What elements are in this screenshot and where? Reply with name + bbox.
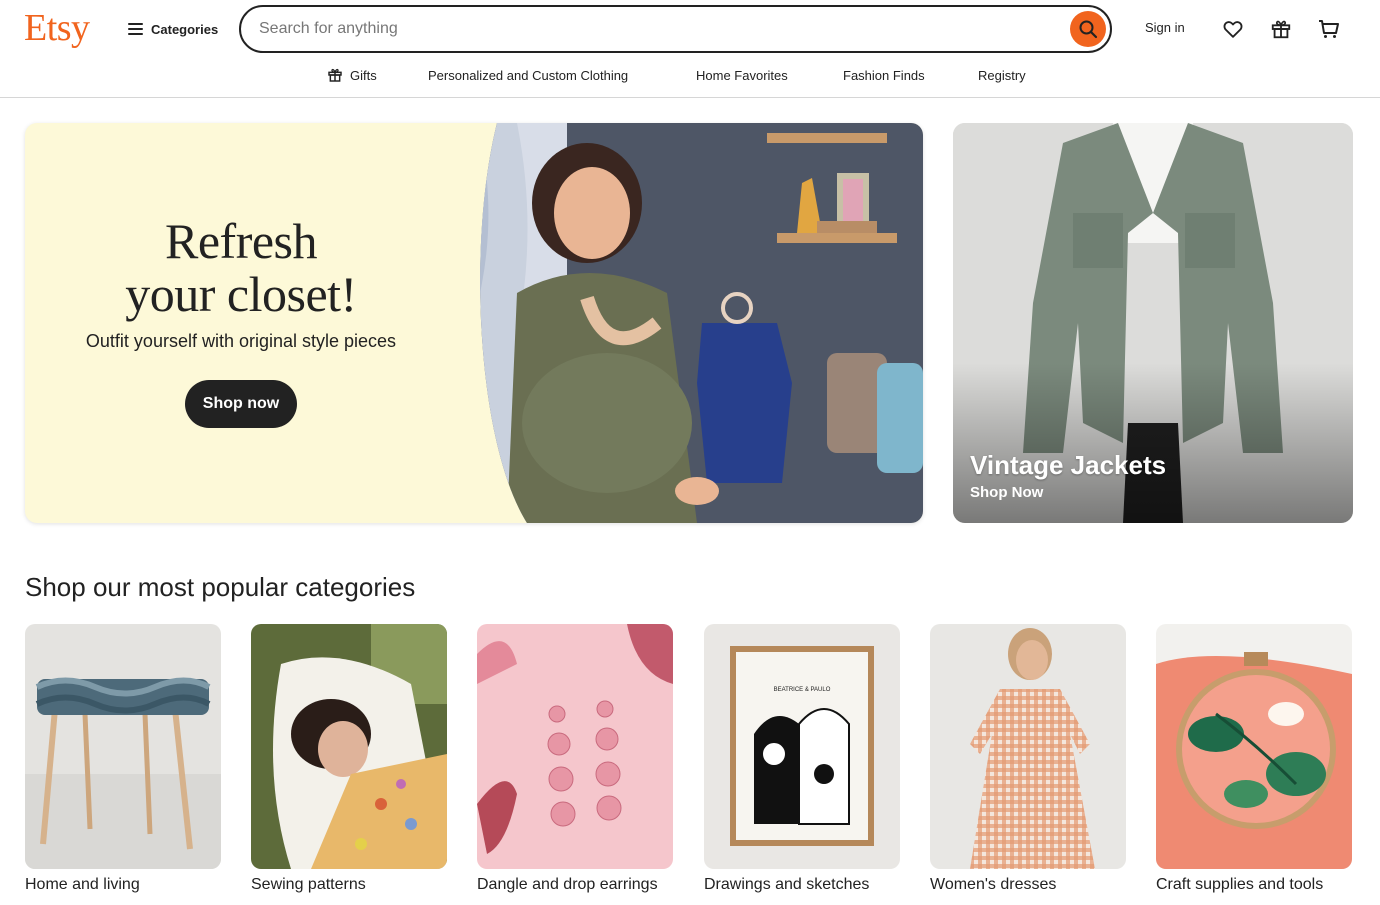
sewing-image <box>251 624 447 869</box>
category-image <box>1156 624 1352 869</box>
search-input[interactable] <box>241 7 1070 51</box>
category-label: Sewing patterns <box>251 876 366 893</box>
category-nav: Gifts Personalized and Custom Clothing H… <box>0 60 1380 90</box>
category-label: Craft supplies and tools <box>1156 876 1324 893</box>
drawing-image: BEATRICE & PAULO <box>704 624 900 869</box>
nav-item-label: Fashion Finds <box>843 67 925 83</box>
popular-categories-title: Shop our most popular categories <box>25 572 416 602</box>
menu-icon <box>128 23 143 35</box>
etsy-logo[interactable]: Etsy <box>24 6 90 50</box>
category-card-drawings[interactable]: BEATRICE & PAULO Drawings and sketches <box>704 624 900 894</box>
sign-in-link[interactable]: Sign in <box>1133 16 1197 42</box>
category-label: Dangle and drop earrings <box>477 876 658 893</box>
embroidery-image <box>1156 624 1352 869</box>
category-card-craft-supplies[interactable]: Craft supplies and tools <box>1156 624 1352 894</box>
hero-text-panel: Refresh your closet! Outfit yourself wit… <box>25 123 457 523</box>
stool-image <box>25 624 221 869</box>
nav-item-home-favorites[interactable]: Home Favorites <box>696 64 788 86</box>
hero-banner: Refresh your closet! Outfit yourself wit… <box>25 123 923 523</box>
category-image <box>251 624 447 869</box>
nav-item-label: Gifts <box>350 67 377 83</box>
categories-button[interactable]: Categories <box>122 14 224 44</box>
heart-icon <box>1223 21 1243 38</box>
cart-button[interactable] <box>1313 13 1345 45</box>
nav-item-fashion-finds[interactable]: Fashion Finds <box>843 64 925 86</box>
nav-item-label: Personalized and Custom Clothing <box>428 67 629 83</box>
site-header: Etsy Categories Sign in <box>0 0 1380 98</box>
gift-icon <box>328 68 342 82</box>
hero-title-line: your closet! <box>125 266 357 322</box>
category-image <box>930 624 1126 869</box>
favorites-button[interactable] <box>1217 13 1249 45</box>
category-card-home-living[interactable]: Home and living <box>25 624 221 894</box>
nav-item-label: Registry <box>978 67 1026 83</box>
category-card-earrings[interactable]: Dangle and drop earrings <box>477 624 673 894</box>
nav-item-registry[interactable]: Registry <box>978 64 1026 86</box>
category-label: Home and living <box>25 876 140 893</box>
category-card-sewing-patterns[interactable]: Sewing patterns <box>251 624 447 894</box>
search-icon <box>1079 20 1098 39</box>
vintage-jackets-promo[interactable]: Vintage Jackets Shop Now <box>953 123 1353 523</box>
search-button[interactable] <box>1070 11 1106 47</box>
search-bar <box>239 5 1112 53</box>
category-card-dresses[interactable]: Women's dresses <box>930 624 1126 894</box>
print-caption: BEATRICE & PAULO <box>774 687 831 693</box>
hero-title-line: Refresh <box>165 213 318 269</box>
nav-item-personalized-clothing[interactable]: Personalized and Custom Clothing <box>428 64 628 86</box>
nav-item-label: Home Favorites <box>696 67 788 83</box>
dress-image <box>930 624 1126 869</box>
category-label: Women's dresses <box>930 876 1057 893</box>
category-image: BEATRICE & PAULO <box>704 624 900 869</box>
hero-title: Refresh your closet! <box>25 215 457 321</box>
category-image <box>25 624 221 869</box>
hero-subtitle: Outfit yourself with original style piec… <box>85 331 397 351</box>
categories-label: Categories <box>151 21 219 37</box>
promo-title: Vintage Jackets <box>970 450 1167 480</box>
cart-icon <box>1319 20 1339 38</box>
nav-item-gifts[interactable]: Gifts <box>327 64 377 86</box>
category-label: Drawings and sketches <box>704 876 870 893</box>
category-image <box>477 624 673 869</box>
earrings-image <box>477 624 673 869</box>
promo-shop-now-link[interactable]: Shop Now <box>970 484 1043 501</box>
hero-photo <box>480 123 923 523</box>
gift-icon <box>1271 20 1291 39</box>
shop-now-button[interactable]: Shop now <box>185 380 297 428</box>
gift-button[interactable] <box>1265 13 1297 45</box>
